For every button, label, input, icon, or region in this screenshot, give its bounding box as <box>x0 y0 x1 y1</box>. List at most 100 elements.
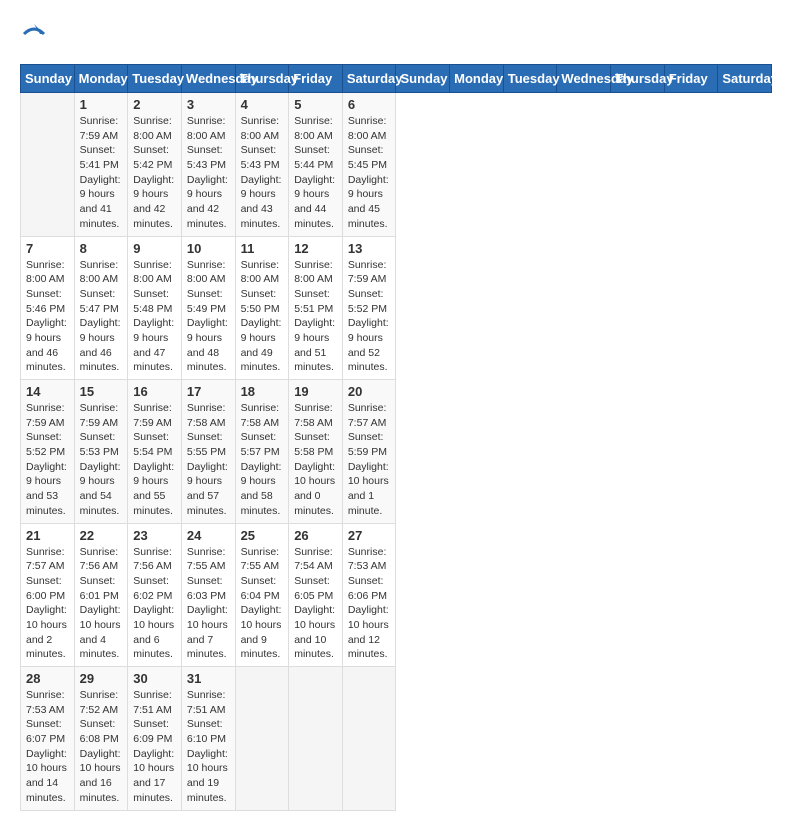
calendar-cell <box>21 93 75 237</box>
day-number: 23 <box>133 528 176 543</box>
calendar-cell: 23 Sunrise: 7:56 AMSunset: 6:02 PMDayligh… <box>128 523 182 667</box>
day-info: Sunrise: 7:55 AMSunset: 6:03 PMDaylight:… <box>187 545 230 663</box>
calendar-cell: 24 Sunrise: 7:55 AMSunset: 6:03 PMDayligh… <box>181 523 235 667</box>
calendar-cell <box>235 667 289 811</box>
day-number: 16 <box>133 384 176 399</box>
day-info: Sunrise: 7:54 AMSunset: 6:05 PMDaylight:… <box>294 545 337 663</box>
calendar-cell: 7 Sunrise: 8:00 AMSunset: 5:46 PMDaylight… <box>21 236 75 380</box>
calendar-cell: 1 Sunrise: 7:59 AMSunset: 5:41 PMDaylight… <box>74 93 128 237</box>
day-info: Sunrise: 7:51 AMSunset: 6:09 PMDaylight:… <box>133 688 176 806</box>
day-number: 31 <box>187 671 230 686</box>
calendar-cell: 27Sunrise: 7:53 AMSunset: 6:06 PMDayligh… <box>342 523 396 667</box>
week-row-3: 14Sunrise: 7:59 AMSunset: 5:52 PMDayligh… <box>21 380 772 524</box>
calendar-cell <box>342 667 396 811</box>
day-info: Sunrise: 8:00 AMSunset: 5:46 PMDaylight:… <box>26 258 69 376</box>
week-row-2: 7 Sunrise: 8:00 AMSunset: 5:46 PMDaylight… <box>21 236 772 380</box>
day-number: 2 <box>133 97 176 112</box>
calendar-cell: 6Sunrise: 8:00 AMSunset: 5:45 PMDaylight… <box>342 93 396 237</box>
day-number: 18 <box>241 384 284 399</box>
page-header <box>20 20 772 48</box>
col-header-thursday: Thursday <box>611 65 665 93</box>
day-info: Sunrise: 7:56 AMSunset: 6:01 PMDaylight:… <box>80 545 123 663</box>
calendar-cell: 3 Sunrise: 8:00 AMSunset: 5:43 PMDaylight… <box>181 93 235 237</box>
calendar-cell: 30 Sunrise: 7:51 AMSunset: 6:09 PMDayligh… <box>128 667 182 811</box>
day-info: Sunrise: 8:00 AMSunset: 5:42 PMDaylight:… <box>133 114 176 232</box>
week-row-1: 1 Sunrise: 7:59 AMSunset: 5:41 PMDaylight… <box>21 93 772 237</box>
day-info: Sunrise: 8:00 AMSunset: 5:48 PMDaylight:… <box>133 258 176 376</box>
col-header-monday: Monday <box>450 65 504 93</box>
day-number: 28 <box>26 671 69 686</box>
day-number: 4 <box>241 97 284 112</box>
calendar-cell: 2 Sunrise: 8:00 AMSunset: 5:42 PMDaylight… <box>128 93 182 237</box>
day-number: 21 <box>26 528 69 543</box>
calendar-cell: 11 Sunrise: 8:00 AMSunset: 5:50 PMDayligh… <box>235 236 289 380</box>
day-info: Sunrise: 7:59 AMSunset: 5:41 PMDaylight:… <box>80 114 123 232</box>
day-info: Sunrise: 8:00 AMSunset: 5:45 PMDaylight:… <box>348 114 391 232</box>
day-number: 13 <box>348 241 391 256</box>
day-info: Sunrise: 7:51 AMSunset: 6:10 PMDaylight:… <box>187 688 230 806</box>
header-thursday: Thursday <box>235 65 289 93</box>
header-saturday: Saturday <box>342 65 396 93</box>
day-number: 7 <box>26 241 69 256</box>
day-info: Sunrise: 7:58 AMSunset: 5:55 PMDaylight:… <box>187 401 230 519</box>
logo <box>20 20 52 48</box>
calendar-header-row: SundayMondayTuesdayWednesdayThursdayFrid… <box>21 65 772 93</box>
day-info: Sunrise: 8:00 AMSunset: 5:47 PMDaylight:… <box>80 258 123 376</box>
day-number: 1 <box>80 97 123 112</box>
calendar-cell: 5 Sunrise: 8:00 AMSunset: 5:44 PMDaylight… <box>289 93 343 237</box>
day-number: 29 <box>80 671 123 686</box>
day-number: 11 <box>241 241 284 256</box>
day-info: Sunrise: 8:00 AMSunset: 5:43 PMDaylight:… <box>187 114 230 232</box>
header-friday: Friday <box>289 65 343 93</box>
day-number: 24 <box>187 528 230 543</box>
day-info: Sunrise: 7:58 AMSunset: 5:57 PMDaylight:… <box>241 401 284 519</box>
calendar-cell: 15 Sunrise: 7:59 AMSunset: 5:53 PMDayligh… <box>74 380 128 524</box>
calendar-cell: 9Sunrise: 8:00 AMSunset: 5:48 PMDaylight… <box>128 236 182 380</box>
day-number: 10 <box>187 241 230 256</box>
week-row-4: 21 Sunrise: 7:57 AMSunset: 6:00 PMDayligh… <box>21 523 772 667</box>
day-info: Sunrise: 7:52 AMSunset: 6:08 PMDaylight:… <box>80 688 123 806</box>
header-monday: Monday <box>74 65 128 93</box>
day-number: 5 <box>294 97 337 112</box>
day-number: 30 <box>133 671 176 686</box>
col-header-sunday: Sunday <box>396 65 450 93</box>
calendar-cell: 12Sunrise: 8:00 AMSunset: 5:51 PMDayligh… <box>289 236 343 380</box>
calendar-cell: 28 Sunrise: 7:53 AMSunset: 6:07 PMDayligh… <box>21 667 75 811</box>
day-info: Sunrise: 7:59 AMSunset: 5:53 PMDaylight:… <box>80 401 123 519</box>
day-number: 3 <box>187 97 230 112</box>
day-number: 8 <box>80 241 123 256</box>
calendar-cell: 8 Sunrise: 8:00 AMSunset: 5:47 PMDaylight… <box>74 236 128 380</box>
col-header-friday: Friday <box>664 65 718 93</box>
calendar-cell: 16Sunrise: 7:59 AMSunset: 5:54 PMDayligh… <box>128 380 182 524</box>
calendar-cell: 19Sunrise: 7:58 AMSunset: 5:58 PMDayligh… <box>289 380 343 524</box>
calendar-cell: 31 Sunrise: 7:51 AMSunset: 6:10 PMDayligh… <box>181 667 235 811</box>
calendar-cell: 25 Sunrise: 7:55 AMSunset: 6:04 PMDayligh… <box>235 523 289 667</box>
col-header-wednesday: Wednesday <box>557 65 611 93</box>
col-header-tuesday: Tuesday <box>503 65 557 93</box>
day-info: Sunrise: 7:57 AMSunset: 5:59 PMDaylight:… <box>348 401 391 519</box>
day-number: 22 <box>80 528 123 543</box>
day-info: Sunrise: 8:00 AMSunset: 5:50 PMDaylight:… <box>241 258 284 376</box>
day-info: Sunrise: 7:53 AMSunset: 6:06 PMDaylight:… <box>348 545 391 663</box>
day-number: 17 <box>187 384 230 399</box>
day-info: Sunrise: 7:53 AMSunset: 6:07 PMDaylight:… <box>26 688 69 806</box>
day-info: Sunrise: 7:55 AMSunset: 6:04 PMDaylight:… <box>241 545 284 663</box>
day-info: Sunrise: 8:00 AMSunset: 5:44 PMDaylight:… <box>294 114 337 232</box>
day-info: Sunrise: 7:57 AMSunset: 6:00 PMDaylight:… <box>26 545 69 663</box>
day-info: Sunrise: 7:56 AMSunset: 6:02 PMDaylight:… <box>133 545 176 663</box>
day-info: Sunrise: 7:59 AMSunset: 5:52 PMDaylight:… <box>348 258 391 376</box>
calendar-cell <box>289 667 343 811</box>
calendar-cell: 26 Sunrise: 7:54 AMSunset: 6:05 PMDayligh… <box>289 523 343 667</box>
day-info: Sunrise: 8:00 AMSunset: 5:43 PMDaylight:… <box>241 114 284 232</box>
logo-icon <box>20 20 48 48</box>
calendar-cell: 17 Sunrise: 7:58 AMSunset: 5:55 PMDayligh… <box>181 380 235 524</box>
day-number: 25 <box>241 528 284 543</box>
calendar-cell: 14Sunrise: 7:59 AMSunset: 5:52 PMDayligh… <box>21 380 75 524</box>
calendar-cell: 13 Sunrise: 7:59 AMSunset: 5:52 PMDayligh… <box>342 236 396 380</box>
calendar-cell: 21 Sunrise: 7:57 AMSunset: 6:00 PMDayligh… <box>21 523 75 667</box>
header-tuesday: Tuesday <box>128 65 182 93</box>
day-number: 15 <box>80 384 123 399</box>
week-row-5: 28 Sunrise: 7:53 AMSunset: 6:07 PMDayligh… <box>21 667 772 811</box>
day-number: 26 <box>294 528 337 543</box>
header-sunday: Sunday <box>21 65 75 93</box>
